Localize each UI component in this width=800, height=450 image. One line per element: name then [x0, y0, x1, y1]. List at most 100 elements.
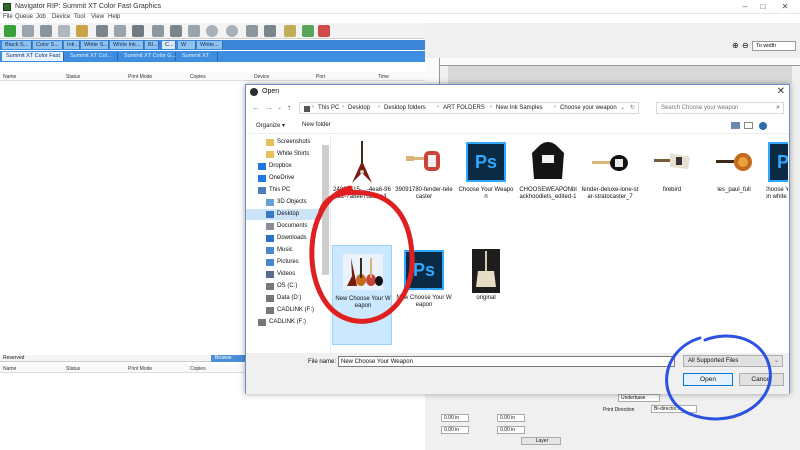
cancel-button[interactable]: Cancel	[739, 373, 784, 386]
queue-tab[interactable]: White Ink...	[110, 41, 144, 49]
zoom-select[interactable]: To width	[752, 41, 796, 51]
help-icon[interactable]	[759, 122, 767, 130]
column-header[interactable]: Name	[3, 74, 16, 80]
nav-item[interactable]: Documents	[246, 221, 326, 232]
open-button[interactable]: Open	[683, 373, 733, 386]
column-header[interactable]: Time	[378, 74, 389, 80]
file-name-input[interactable]: New Choose Your Weapon ⌄	[338, 356, 675, 367]
tool-icon[interactable]	[114, 25, 126, 37]
nav-item[interactable]: CADLINK (F:)	[246, 305, 326, 316]
menu-job[interactable]: Job	[36, 14, 46, 20]
file-item[interactable]: fender-deluxe-lone-star-stratocaster_7	[580, 137, 640, 237]
file-item[interactable]: Ps New Choose Your Weapon white shirt	[766, 137, 788, 237]
up-arrow-icon[interactable]: ↑	[287, 103, 291, 112]
nav-item[interactable]: Screenshots	[246, 137, 326, 148]
breadcrumb-item[interactable]: ART FOLDERS	[443, 105, 485, 111]
view-options-icon[interactable]	[731, 122, 740, 129]
folder-icon[interactable]	[76, 25, 88, 37]
file-item[interactable]: CHOOSEWEAPONblackhoodiets_edited-1	[518, 137, 578, 237]
print-canvas[interactable]	[448, 66, 792, 84]
nav-item[interactable]: Downloads	[246, 233, 326, 244]
menu-help[interactable]: Help	[108, 14, 120, 20]
file-item[interactable]: Ps New Choose Your Weapon	[394, 245, 454, 345]
add-job-icon[interactable]	[4, 25, 16, 37]
file-item[interactable]: Ps Choose Your Weapon	[456, 137, 516, 237]
tool-icon[interactable]	[40, 25, 52, 37]
zoom-in-icon[interactable]: ⊕	[732, 41, 739, 50]
column-header[interactable]: Status	[66, 74, 80, 80]
column-header[interactable]: Print Mode	[128, 366, 152, 372]
queue-tab[interactable]: Black S...	[2, 41, 32, 49]
preview-pane-icon[interactable]	[744, 122, 753, 129]
menu-device[interactable]: Device	[52, 14, 70, 20]
file-type-select[interactable]: All Supported Files ⌄	[683, 355, 783, 367]
menu-queue[interactable]: Queue	[15, 14, 33, 20]
tool-icon[interactable]	[152, 25, 164, 37]
nav-item[interactable]: Pictures	[246, 257, 326, 268]
nav-item[interactable]: CADLINK (F:)	[246, 317, 326, 328]
queue-tab[interactable]: White S...	[81, 41, 109, 49]
queue-tab[interactable]: Bl...	[145, 41, 159, 49]
tool-icon[interactable]	[170, 25, 182, 37]
back-arrow-icon[interactable]: ←	[252, 103, 260, 112]
printer-icon[interactable]	[96, 25, 108, 37]
queue-tab[interactable]: Color S...	[33, 41, 63, 49]
search-input[interactable]: Search Choose your weapon ⌕	[656, 102, 784, 114]
nav-item[interactable]: 3D Objects	[246, 197, 326, 208]
reserved-tab[interactable]: Reserved	[0, 355, 245, 362]
tool-icon[interactable]	[132, 25, 144, 37]
file-item[interactable]: firebird	[642, 137, 702, 237]
tool-icon[interactable]	[284, 25, 296, 37]
tool-icon[interactable]	[22, 25, 34, 37]
queue-tab[interactable]: Inti...	[64, 41, 80, 49]
position-field[interactable]: 0.00 in	[441, 414, 469, 422]
tool-icon[interactable]	[246, 25, 258, 37]
breadcrumb-item[interactable]: Desktop	[348, 105, 370, 111]
nav-item[interactable]: Videos	[246, 269, 326, 280]
chevron-down-icon[interactable]: ⌄	[667, 358, 672, 365]
file-item[interactable]: original	[456, 245, 516, 345]
printer-tab[interactable]: Summit XT Col...	[66, 52, 118, 61]
pause-icon[interactable]	[226, 25, 238, 37]
underbase-select[interactable]: Underbase	[618, 394, 660, 402]
breadcrumb-item[interactable]: Choose your weapon	[560, 105, 617, 111]
nav-item[interactable]: This PC	[246, 185, 326, 196]
queue-tab[interactable]: W	[178, 41, 196, 49]
breadcrumb-item[interactable]: This PC	[318, 105, 339, 111]
column-header[interactable]: Copies	[190, 74, 206, 80]
nav-scrollbar[interactable]	[322, 145, 329, 275]
minimize-icon[interactable]: –	[738, 2, 752, 12]
file-item-selected[interactable]: New Choose Your Weapon	[332, 245, 392, 345]
printer-tab[interactable]: Summit XT Color Fast	[2, 52, 64, 61]
nav-item[interactable]: OneDrive	[246, 173, 326, 184]
menu-file[interactable]: File	[3, 14, 13, 20]
close-icon[interactable]: ✕	[778, 2, 792, 12]
column-header[interactable]: Port	[316, 74, 325, 80]
breadcrumb-item[interactable]: New Ink Samples	[496, 105, 543, 111]
printer-tab[interactable]: Summit XT	[178, 52, 218, 61]
layer-button[interactable]: Layer	[521, 437, 561, 445]
breadcrumb-item[interactable]: Desktop folders	[384, 105, 426, 111]
tool-icon[interactable]	[188, 25, 200, 37]
nav-item[interactable]: Music	[246, 245, 326, 256]
file-item[interactable]: 2481d415-...-4ea6-9692-7a8ee7d281a4	[332, 137, 392, 237]
organize-button[interactable]: Organize ▾	[256, 122, 285, 129]
breadcrumb[interactable]: › This PC › Desktop › Desktop folders › …	[299, 102, 639, 114]
chevron-down-icon[interactable]: ⌄	[620, 104, 625, 111]
column-header[interactable]: Print Mode	[128, 74, 152, 80]
menu-view[interactable]: View	[91, 14, 104, 20]
tool-icon[interactable]	[302, 25, 314, 37]
column-header[interactable]: Copies	[190, 366, 206, 372]
browse-tab[interactable]: Browse	[211, 355, 245, 362]
queue-tab[interactable]: C...	[162, 41, 176, 49]
nav-item[interactable]: Dropbox	[246, 161, 326, 172]
nav-item[interactable]: Data (D:)	[246, 293, 326, 304]
color-tool-icon[interactable]	[318, 25, 330, 37]
printer-tab[interactable]: Summit XT Color G...	[120, 52, 176, 61]
new-folder-button[interactable]: New folder	[302, 122, 331, 128]
column-header[interactable]: Device	[254, 74, 269, 80]
position-field[interactable]: 0.00 in	[497, 426, 525, 434]
nav-item[interactable]: White Shirts	[246, 149, 326, 160]
file-item[interactable]: 39091780-fender-telecaster	[394, 137, 454, 237]
chevron-down-icon[interactable]: ⌄	[277, 104, 282, 111]
